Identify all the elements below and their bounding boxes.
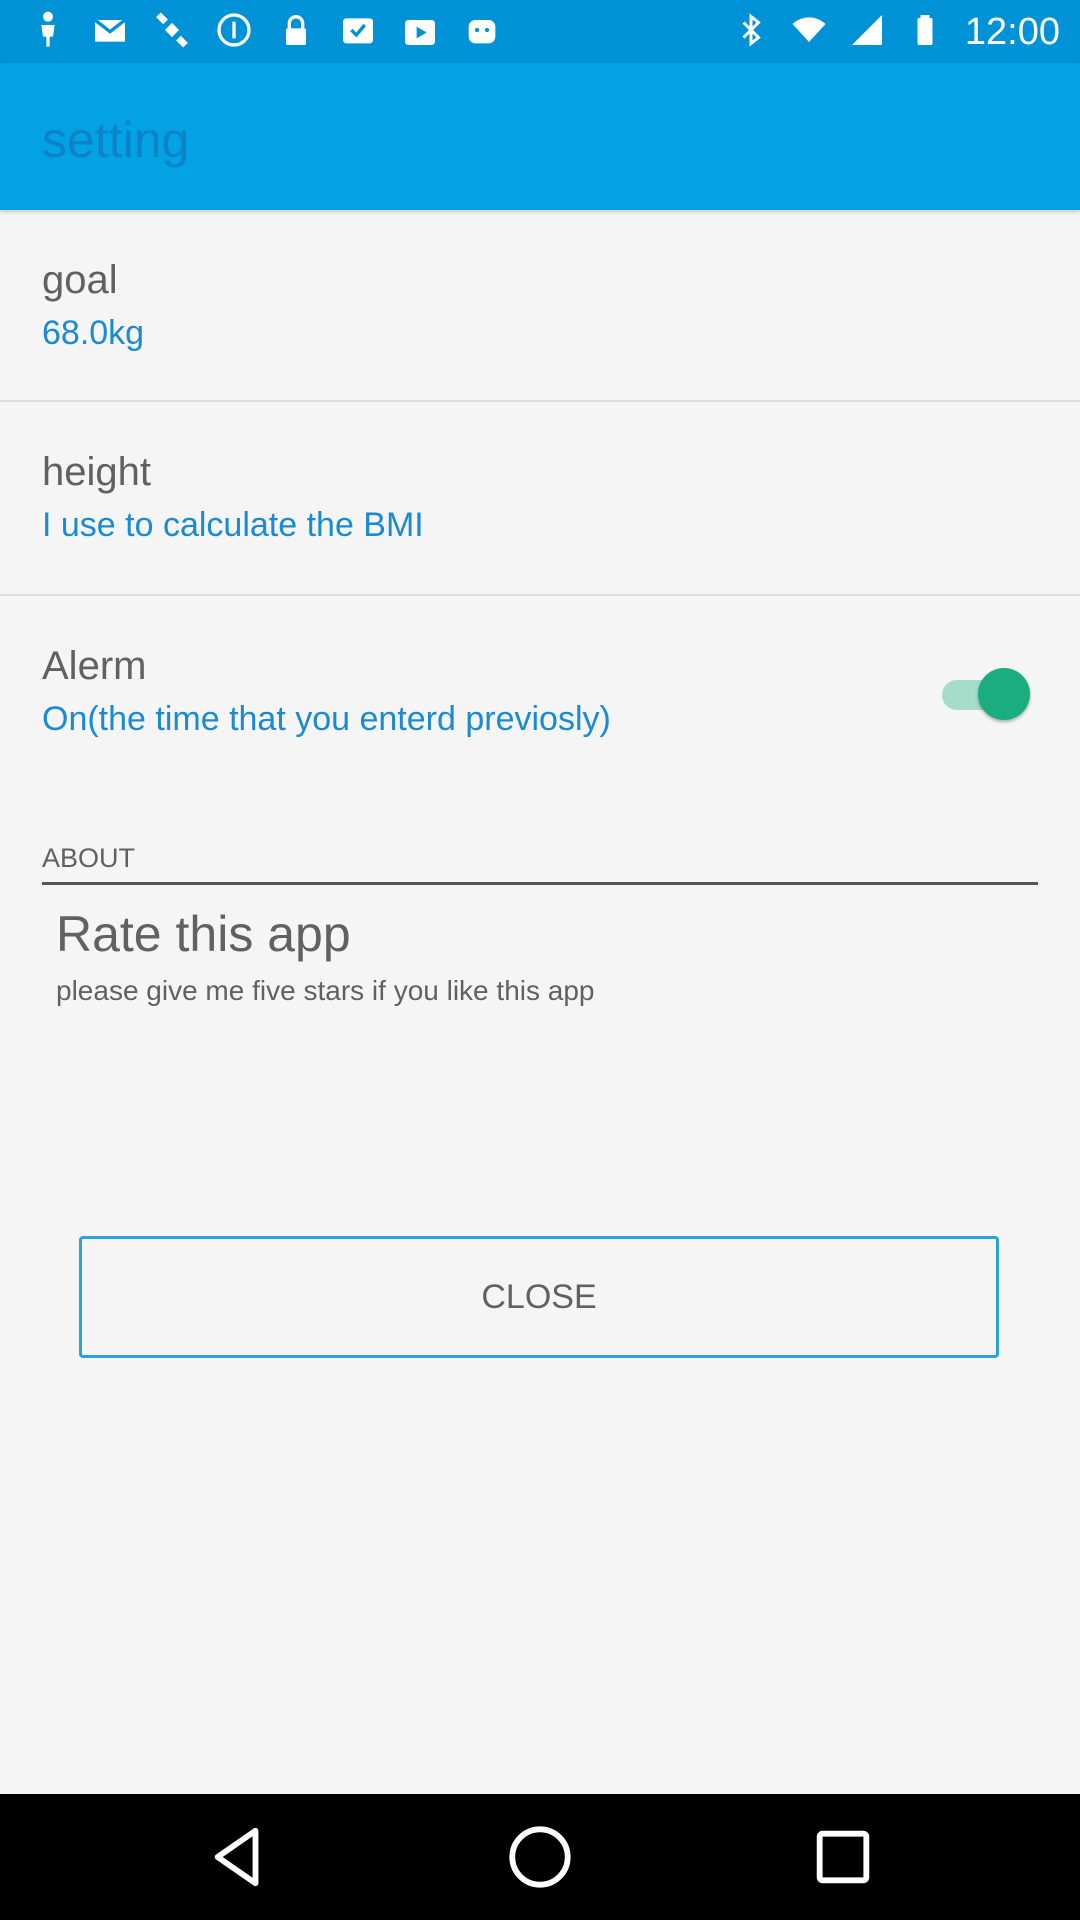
preference-title: goal [42,258,118,302]
back-icon[interactable] [203,1822,273,1892]
preference-summary: On(the time that you enterd previosly) [42,700,611,738]
alarm-toggle-switch[interactable] [942,666,1030,722]
notification-icons [28,10,502,54]
preference-title: Alerm [42,644,147,688]
mail-icon [90,10,130,55]
system-icons: 12:00 [733,10,1060,54]
bluetooth-icon [733,10,769,55]
close-button[interactable]: CLOSE [79,1236,999,1358]
recents-icon[interactable] [808,1822,878,1892]
person-icon [28,10,68,55]
lock-icon [276,10,316,55]
battery-icon [907,10,943,55]
close-button-label: CLOSE [481,1277,597,1316]
play-store-icon [400,10,440,55]
section-divider [42,882,1038,885]
preference-title: height [42,450,151,494]
signal-icon [849,10,885,55]
preference-goal[interactable]: goal 68.0kg [0,210,1080,400]
app-bar: setting [0,63,1080,210]
preference-summary: 68.0kg [42,314,145,352]
preference-height[interactable]: height I use to calculate the BMI [0,402,1080,594]
wifi-icon [791,10,827,55]
satellite-fake-gps-icon [152,10,192,55]
section-header-about: ABOUT [42,843,136,873]
navigation-bar [0,1794,1080,1920]
page-title: setting [42,112,190,168]
preference-alarm[interactable]: Alerm On(the time that you enterd previo… [0,596,1080,786]
status-bar: 12:00 [0,0,1080,63]
toggle-thumb [978,668,1030,720]
rate-app-summary: please give me five stars if you like th… [56,975,595,1006]
status-time: 12:00 [964,10,1060,53]
info-icon [214,10,254,55]
rate-app-title[interactable]: Rate this app [56,905,351,963]
preference-summary: I use to calculate the BMI [42,506,424,544]
home-icon[interactable] [505,1822,575,1892]
checklist-icon [338,10,378,55]
android-icon [462,10,502,55]
